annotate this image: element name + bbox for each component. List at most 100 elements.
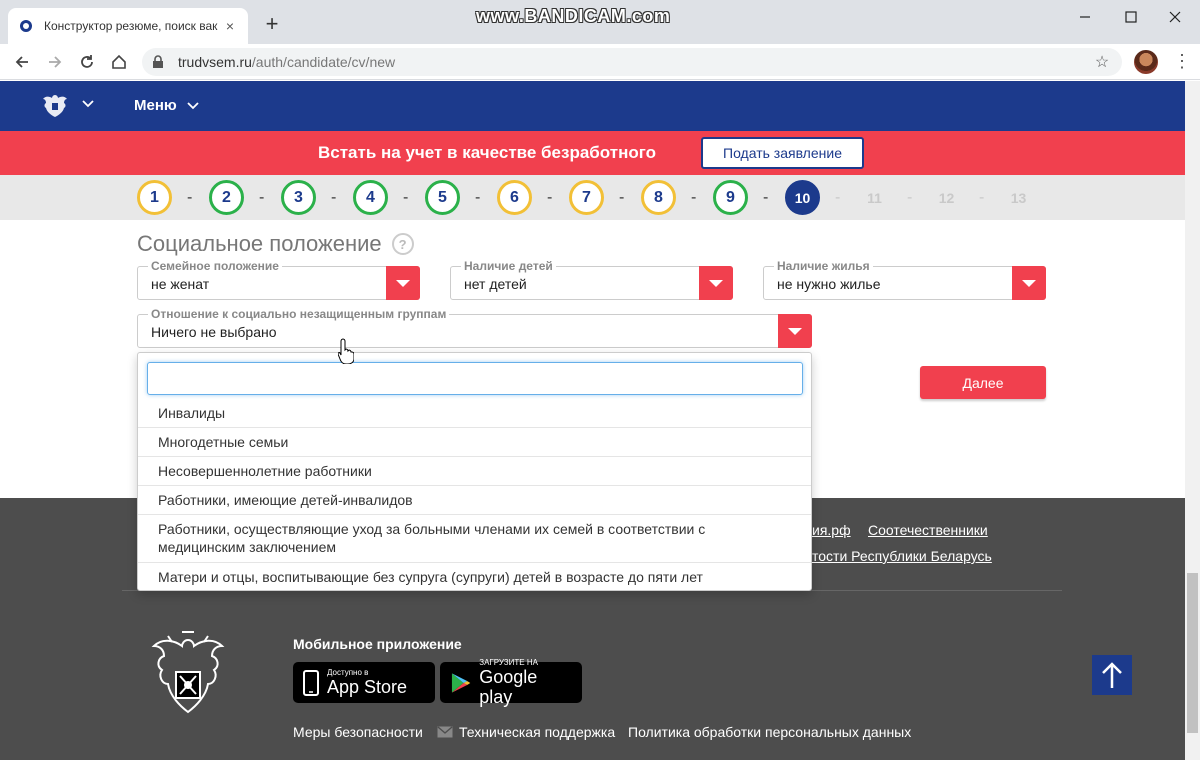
social-groups-select[interactable]: Отношение к социально незащищенным групп… [137, 307, 812, 348]
scrollbar-thumb[interactable] [1187, 573, 1198, 733]
google-play-badge[interactable]: ЗАГРУЗИТЕ НА Google play [440, 658, 582, 707]
dropdown-search-input[interactable] [147, 362, 803, 395]
emblem-chevron-down-icon[interactable] [82, 95, 94, 111]
back-arrow-icon[interactable] [10, 50, 34, 74]
step-separator: - [691, 189, 697, 206]
site-header: Меню [0, 81, 1185, 131]
profile-avatar[interactable] [1134, 50, 1158, 74]
page-scrollbar[interactable] [1185, 81, 1200, 760]
phone-icon [303, 669, 319, 696]
tab-title: Конструктор резюме, поиск вак [44, 19, 218, 33]
state-emblem-icon [138, 628, 238, 738]
housing-value: не нужно жилье [777, 276, 881, 292]
step-5[interactable]: 5 [425, 180, 460, 215]
children-select[interactable]: Наличие детей нет детей [450, 259, 733, 300]
minimize-icon[interactable] [1074, 6, 1096, 28]
security-link[interactable]: Меры безопасности [293, 724, 423, 740]
browser-tabstrip: Конструктор резюме, поиск вак × + www.BA… [0, 0, 1200, 44]
url-text: trudvsem.ru/auth/candidate/cv/new [178, 54, 1092, 70]
forward-arrow-icon[interactable] [43, 50, 67, 74]
privacy-policy-link[interactable]: Политика обработки персональных данных [628, 724, 911, 740]
mobile-app-title: Мобильное приложение [293, 636, 462, 652]
step-11: 11 [867, 189, 882, 206]
reload-icon[interactable] [75, 50, 99, 74]
step-1[interactable]: 1 [137, 180, 172, 215]
app-store-small-text: Доступно в [327, 668, 369, 677]
step-9[interactable]: 9 [713, 180, 748, 215]
step-separator: - [907, 189, 913, 206]
step-12: 12 [938, 189, 955, 206]
housing-select[interactable]: Наличие жилья не нужно жилье [763, 259, 1046, 300]
housing-dropdown-icon[interactable] [1012, 266, 1046, 300]
step-7[interactable]: 7 [569, 180, 604, 215]
step-4[interactable]: 4 [353, 180, 388, 215]
social-groups-dropdown-icon[interactable] [778, 314, 812, 348]
dropdown-option[interactable]: Инвалиды [138, 399, 811, 428]
social-groups-value: Ничего не выбрано [151, 324, 277, 340]
app-store-badge[interactable]: Доступно в App Store [293, 662, 435, 703]
step-6[interactable]: 6 [497, 180, 532, 215]
step-8[interactable]: 8 [641, 180, 676, 215]
support-link-text: Техническая поддержка [459, 724, 616, 740]
close-window-icon[interactable] [1164, 6, 1186, 28]
new-tab-button[interactable]: + [260, 12, 284, 36]
children-dropdown-icon[interactable] [699, 266, 733, 300]
dropdown-option[interactable]: Многодетные семьи [138, 428, 811, 457]
step-10[interactable]: 10 [785, 180, 820, 215]
step-separator: - [475, 189, 481, 206]
step-separator: - [187, 189, 193, 206]
support-link[interactable]: Техническая поддержка [437, 724, 615, 740]
maximize-icon[interactable] [1120, 6, 1142, 28]
unemployed-registration-banner: Встать на учет в качестве безработного П… [0, 131, 1185, 175]
site-favicon-icon [18, 18, 34, 34]
google-play-small-text: ЗАГРУЗИТЕ НА [479, 658, 538, 667]
app-store-big-text: App Store [327, 677, 408, 697]
address-bar[interactable]: trudvsem.ru/auth/candidate/cv/new ☆ [142, 48, 1122, 76]
family-status-dropdown-icon[interactable] [386, 266, 420, 300]
main-menu-button[interactable]: Меню [134, 97, 199, 114]
family-status-select[interactable]: Семейное положение не женат [137, 259, 420, 300]
footer-link-partial-2[interactable]: тости Республики Беларусь [812, 548, 992, 564]
browser-menu-icon[interactable]: ⋮ [1170, 50, 1194, 74]
url-path: /auth/candidate/cv/new [251, 54, 396, 70]
step-separator: - [763, 189, 769, 206]
bookmark-star-icon[interactable]: ☆ [1092, 52, 1112, 72]
children-label: Наличие детей [461, 259, 556, 273]
step-separator: - [835, 189, 841, 206]
step-separator: - [979, 189, 985, 206]
emblem-icon[interactable] [40, 91, 70, 121]
dropdown-option[interactable]: Несовершеннолетние работники [138, 457, 811, 486]
family-status-label: Семейное положение [148, 259, 282, 273]
footer-link-partial-1[interactable]: ия.рф [812, 522, 851, 538]
dropdown-option[interactable]: Матери и отцы, воспитывающие без супруга… [138, 563, 811, 591]
step-separator: - [619, 189, 625, 206]
step-3[interactable]: 3 [281, 180, 316, 215]
home-icon[interactable] [107, 50, 131, 74]
browser-toolbar: trudvsem.ru/auth/candidate/cv/new ☆ ⋮ [0, 44, 1200, 80]
submit-application-button[interactable]: Подать заявление [701, 137, 864, 169]
wizard-steps: 1-2-3-4-5-6-7-8-9-10-11-12-13 [0, 175, 1185, 220]
google-play-icon [451, 672, 471, 693]
step-separator: - [331, 189, 337, 206]
scroll-to-top-button[interactable] [1092, 655, 1132, 695]
mail-icon [437, 726, 453, 738]
dropdown-option[interactable]: Работники, имеющие детей-инвалидов [138, 486, 811, 515]
browser-tab[interactable]: Конструктор резюме, поиск вак × [8, 8, 248, 44]
menu-chevron-down-icon [187, 101, 199, 109]
recorder-watermark: www.BANDICAM.com [476, 6, 671, 26]
step-separator: - [403, 189, 409, 206]
step-2[interactable]: 2 [209, 180, 244, 215]
section-title: Социальное положение ? [137, 231, 414, 257]
housing-label: Наличие жилья [774, 259, 873, 273]
section-title-text: Социальное положение [137, 231, 382, 256]
children-value: нет детей [464, 276, 527, 292]
help-icon[interactable]: ? [391, 233, 414, 255]
dropdown-options-list: Инвалиды Многодетные семьи Несовершеннолет… [138, 399, 811, 591]
dropdown-option[interactable]: Работники, осуществляющие уход за больны… [138, 515, 811, 563]
footer-link-compatriots[interactable]: Соотечественники [868, 522, 988, 538]
google-play-big-text: Google play [479, 667, 538, 707]
family-status-value: не женат [151, 276, 210, 292]
social-groups-label: Отношение к социально незащищенным групп… [148, 307, 450, 321]
next-button[interactable]: Далее [920, 366, 1046, 399]
tab-close-icon[interactable]: × [222, 18, 238, 34]
